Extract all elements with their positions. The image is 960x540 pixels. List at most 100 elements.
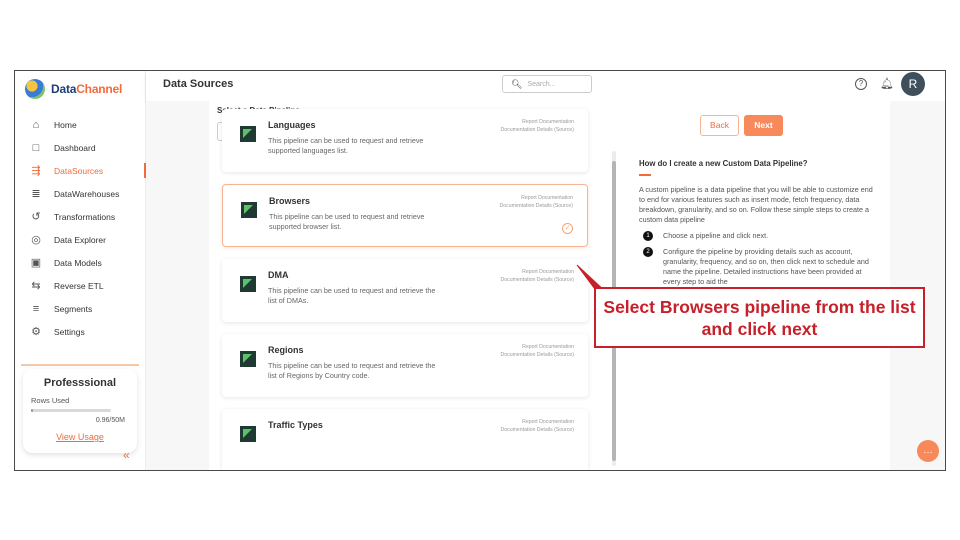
sidebar-item-data-models[interactable]: ▣ Data Models [15, 251, 146, 274]
pipeline-card-browsers[interactable]: Browsers This pipeline can be used to req… [222, 184, 588, 247]
next-button[interactable]: Next [744, 115, 783, 136]
documentation-details-link[interactable]: Documentation Details (Source) [500, 277, 574, 285]
collapse-sidebar-icon[interactable]: « [123, 448, 130, 462]
sidebar-item-transformations[interactable]: ↺ Transformations [15, 205, 146, 228]
usage-value: 0.96/50M [95, 417, 125, 424]
brand-name: DataChannel [51, 82, 123, 96]
step-text: Configure the pipeline by providing deta… [663, 247, 869, 286]
report-documentation-link[interactable]: Report Documentation [500, 269, 574, 277]
help-paragraph: A custom pipeline is a data pipeline tha… [639, 185, 873, 224]
database-icon: ≣ [31, 188, 41, 200]
sidebar-item-label: Home [54, 119, 77, 130]
segments-icon: ≡ [32, 302, 40, 315]
pipeline-description: This pipeline can be used to request and… [268, 286, 436, 305]
page-title: Data Sources [163, 78, 234, 90]
report-documentation-link[interactable]: Report Documentation [500, 419, 574, 427]
step-number: 1 [643, 231, 653, 241]
sidebar-item-label: Settings [54, 326, 85, 337]
models-icon: ▣ [30, 257, 42, 269]
chat-icon[interactable]: … [917, 440, 939, 462]
pipeline-title: DMA [268, 270, 289, 280]
bell-icon[interactable]: 🔔︎ [880, 77, 894, 90]
help-icon[interactable]: ? [855, 78, 867, 90]
sidebar-nav: ⌂ Home □ Dashboard ⇶ DataSources ≣ DataWarehous… [15, 113, 146, 343]
sidebar-item-datawarehouses[interactable]: ≣ DataWarehouses [15, 182, 146, 205]
datachannel-logo-icon [25, 79, 45, 99]
pipeline-links: Report Documentation Documentation Detail… [500, 269, 574, 284]
report-documentation-link[interactable]: Report Documentation [500, 344, 574, 352]
instruction-callout: Select Browsers pipeline from the list a… [594, 287, 925, 348]
reverse-etl-icon: ⇆ [31, 280, 41, 292]
pipeline-links: Report Documentation Documentation Detail… [500, 119, 574, 134]
sidebar-item-label: Dashboard [54, 142, 96, 153]
sidebar-divider [21, 364, 139, 366]
help-steps: 1 Choose a pipeline and click next. 2 Confi… [639, 231, 879, 287]
help-question: How do I create a new Custom Data Pipeli… [639, 159, 808, 168]
pipeline-icon [241, 202, 257, 218]
view-usage-link[interactable]: View Usage [23, 432, 137, 442]
sidebar-item-label: Data Models [54, 257, 102, 268]
pipeline-title: Languages [268, 120, 316, 130]
sidebar-item-datasources[interactable]: ⇶ DataSources [15, 159, 146, 182]
pipeline-title: Browsers [269, 196, 311, 206]
pipeline-card-languages[interactable]: Languages This pipeline can be used to re… [222, 109, 588, 172]
step-text: Choose a pipeline and click next. [663, 231, 769, 240]
app-window: DataChannel ⌂ Home □ Dashboard ⇶ DataSources ≣… [14, 70, 946, 471]
sidebar-item-dashboard[interactable]: □ Dashboard [15, 136, 146, 159]
pipeline-panel: Select a Data Pipeline Back Next Languag… [209, 101, 890, 470]
datasources-icon: ⇶ [31, 165, 41, 177]
rows-used-label: Rows Used [31, 396, 70, 405]
pipeline-card-traffic-types[interactable]: Traffic Types Report Documentation Documen… [222, 409, 588, 470]
usage-bar-fill [31, 409, 33, 412]
sidebar-item-data-explorer[interactable]: ◎ Data Explorer [15, 228, 146, 251]
documentation-details-link[interactable]: Documentation Details (Source) [500, 352, 574, 360]
pipeline-icon [240, 351, 256, 367]
pipeline-description: This pipeline can be used to request and… [268, 361, 436, 380]
back-button[interactable]: Back [700, 115, 739, 136]
pipeline-description: This pipeline can be used to request and… [269, 212, 425, 231]
sidebar-item-label: DataSources [54, 165, 104, 176]
pipeline-links: Report Documentation Documentation Detail… [500, 419, 574, 434]
help-step: 2 Configure the pipeline by providing det… [639, 247, 879, 287]
dashboard-icon: □ [32, 141, 40, 154]
top-header: Data Sources 🔍︎ Search... ? 🔔︎ R [146, 71, 945, 101]
explorer-icon: ◎ [31, 234, 41, 246]
pipeline-card-dma[interactable]: DMA This pipeline can be used to request … [222, 259, 588, 322]
help-panel: How do I create a new Custom Data Pipeli… [639, 159, 879, 287]
gear-icon: ⚙ [31, 326, 41, 338]
global-search-input[interactable]: 🔍︎ Search... [502, 75, 592, 93]
pipeline-card-regions[interactable]: Regions This pipeline can be used to requ… [222, 334, 588, 397]
home-icon: ⌂ [32, 118, 40, 131]
sidebar-item-label: Transformations [54, 211, 116, 222]
pipeline-links: Report Documentation Documentation Detail… [500, 344, 574, 359]
search-icon: 🔍︎ [511, 78, 523, 89]
step-number: 2 [643, 247, 653, 257]
pipeline-title: Traffic Types [268, 420, 323, 430]
sidebar-item-home[interactable]: ⌂ Home [15, 113, 146, 136]
usage-bar [31, 409, 111, 412]
sidebar-item-reverse-etl[interactable]: ⇆ Reverse ETL [15, 274, 146, 297]
search-placeholder: Search... [527, 80, 556, 88]
pipeline-links: Report Documentation Documentation Detail… [499, 195, 573, 210]
sidebar-item-label: DataWarehouses [54, 188, 120, 199]
report-documentation-link[interactable]: Report Documentation [500, 119, 574, 127]
main-content: Select a Data Pipeline Back Next Languag… [146, 101, 945, 470]
pipeline-icon [240, 426, 256, 442]
documentation-details-link[interactable]: Documentation Details (Source) [500, 127, 574, 135]
selected-check-icon: ✓ [562, 223, 573, 234]
pipeline-icon [240, 276, 256, 292]
pipeline-description: This pipeline can be used to request and… [268, 136, 424, 155]
documentation-details-link[interactable]: Documentation Details (Source) [499, 203, 573, 211]
logo[interactable]: DataChannel [25, 79, 122, 99]
sidebar-item-settings[interactable]: ⚙ Settings [15, 320, 146, 343]
plan-card: Professsional Rows Used 0.96/50M View Us… [23, 369, 137, 453]
sidebar-item-label: Data Explorer [54, 234, 106, 245]
help-step: 1 Choose a pipeline and click next. [639, 231, 879, 241]
sidebar-item-segments[interactable]: ≡ Segments [15, 297, 146, 320]
sidebar-item-label: Reverse ETL [54, 280, 104, 291]
pipeline-icon [240, 126, 256, 142]
documentation-details-link[interactable]: Documentation Details (Source) [500, 427, 574, 435]
sidebar: DataChannel ⌂ Home □ Dashboard ⇶ DataSources ≣… [15, 71, 146, 470]
report-documentation-link[interactable]: Report Documentation [499, 195, 573, 203]
avatar[interactable]: R [901, 72, 925, 96]
